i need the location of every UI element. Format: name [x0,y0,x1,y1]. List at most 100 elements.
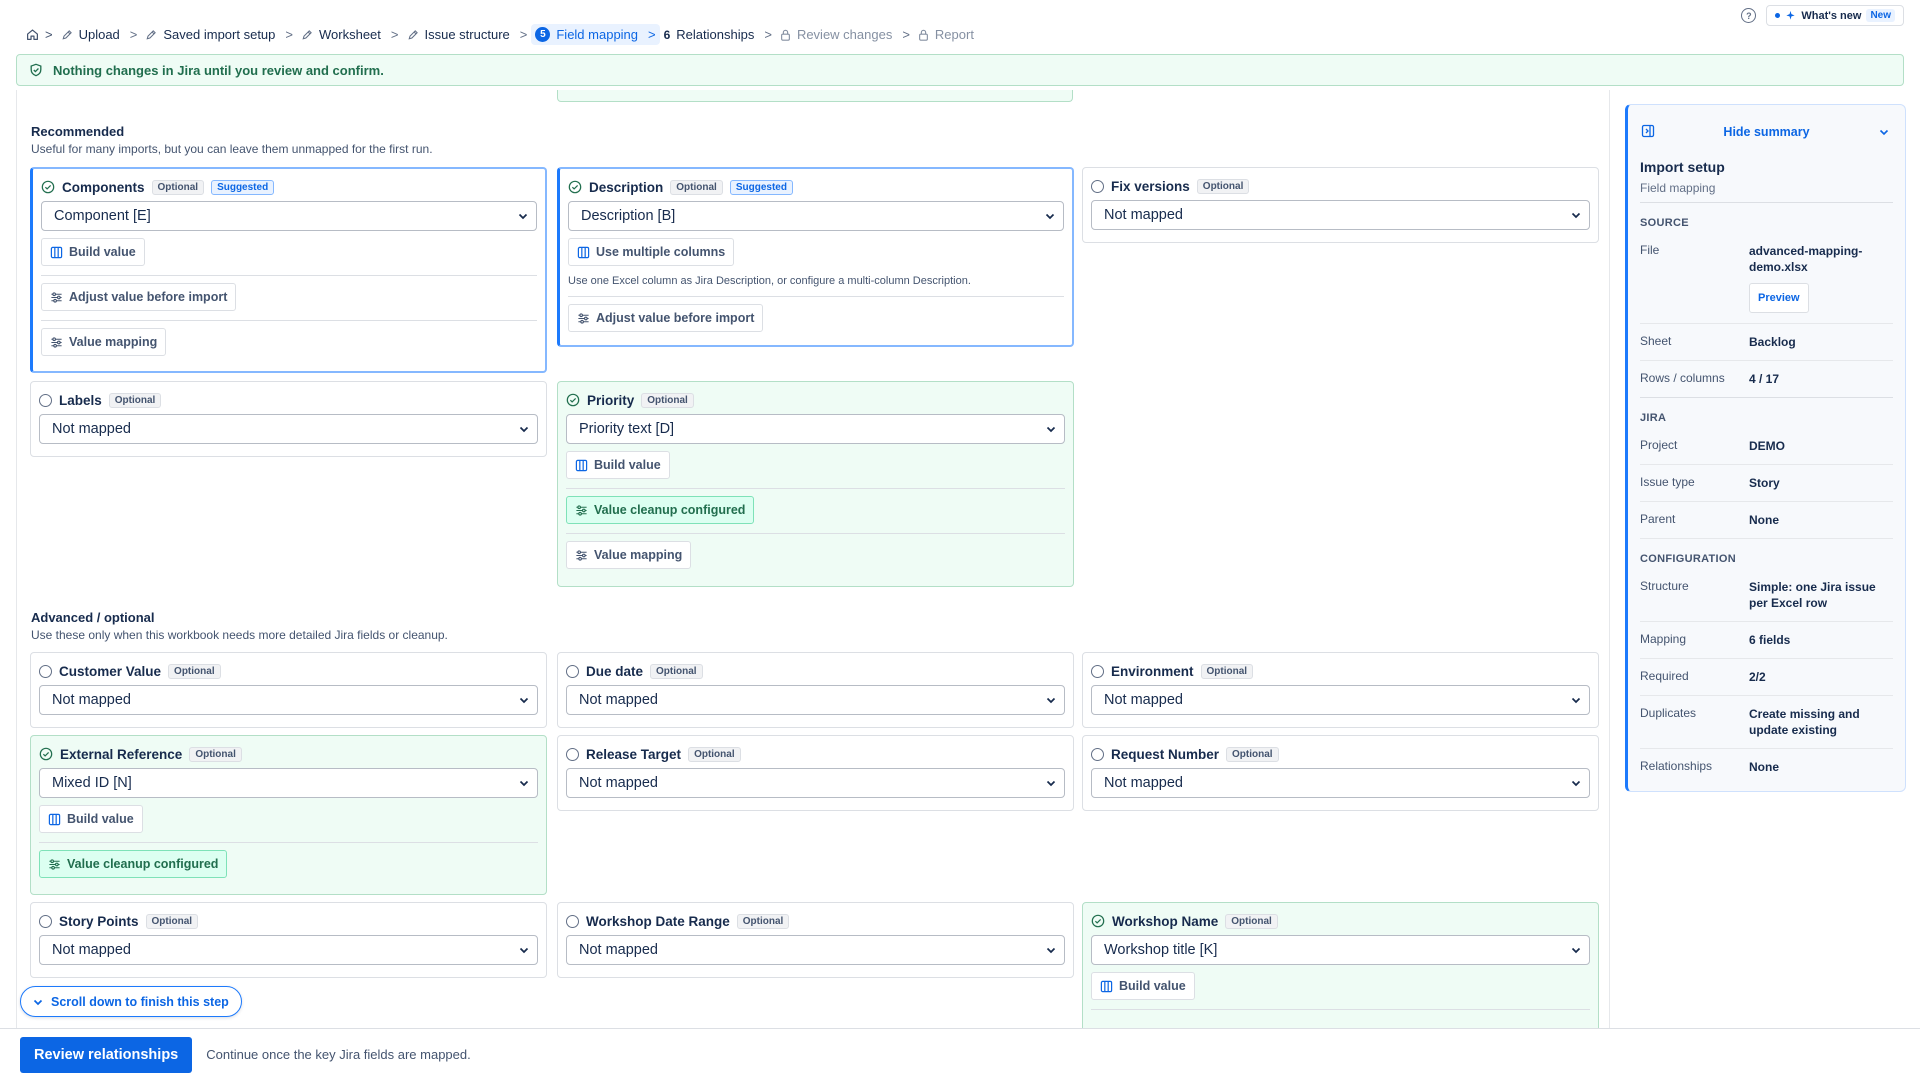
columns-icon [50,246,63,258]
pencil-icon [146,29,157,40]
summary-value: None [1749,760,1779,774]
breadcrumb-home[interactable]: > [22,24,57,45]
summary-row-duplicates: Duplicates Create missing and update exi… [1640,696,1893,749]
breadcrumb-separator: > [129,27,138,42]
due-date-select[interactable]: Not mapped [566,685,1065,715]
chevron-down-icon[interactable] [1879,127,1889,137]
field-name: Release Target [586,746,682,762]
info-banner: Nothing changes in Jira until you review… [16,54,1904,86]
summary-title: Import setup [1640,159,1725,175]
summary-label: Issue type [1640,475,1695,489]
workshop-date-range-select[interactable]: Not mapped [566,935,1065,965]
build-value-button[interactable]: Build value [41,238,145,266]
optional-badge: Optional [145,913,199,929]
environment-select[interactable]: Not mapped [1091,685,1590,715]
chevron-down-icon [519,947,529,954]
summary-row-issue-type: Issue type Story [1640,465,1893,502]
field-name: Story Points [59,913,139,929]
field-mapping-area[interactable]: Recommended Useful for many imports, but… [16,90,1610,1028]
use-multiple-columns-button[interactable]: Use multiple columns [568,238,735,266]
summary-row-rows-columns: Rows / columns 4 / 17 [1640,361,1893,397]
help-icon[interactable]: ? [1741,8,1757,23]
breadcrumb-worksheet[interactable]: Worksheet > [297,24,403,45]
breadcrumb-label: Issue structure [424,27,510,42]
sparkle-icon [1786,10,1795,20]
release-target-select[interactable]: Not mapped [566,768,1065,798]
hide-summary-button[interactable]: Hide summary [1723,125,1809,139]
select-value: Not mapped [1104,775,1183,791]
summary-row-required: Required 2/2 [1640,659,1893,696]
panel-collapse-icon[interactable] [1641,124,1655,138]
field-name: Environment [1111,663,1194,679]
banner-text: Nothing changes in Jira until you review… [53,62,384,78]
breadcrumb-review-changes: Review changes > [776,24,914,45]
breadcrumb-separator: > [45,27,53,42]
chevron-down-icon [518,213,528,220]
shield-check-icon [30,63,42,77]
sliders-icon [576,549,587,561]
breadcrumb-report: Report [914,24,978,45]
button-label: Value cleanup configured [67,857,219,871]
sliders-icon [49,858,60,870]
section-description-recommended: Useful for many imports, but you can lea… [31,142,433,156]
adjust-value-button[interactable]: Adjust value before import [41,283,237,311]
build-value-button[interactable]: Build value [566,451,670,479]
field-card-description: Description Optional Suggested Descripti… [557,167,1074,347]
summary-header[interactable]: Hide summary [1640,105,1893,159]
value-cleanup-button[interactable]: Value cleanup configured [39,850,228,878]
value-mapping-button[interactable]: Value mapping [41,328,167,356]
value-mapping-button[interactable]: Value mapping [566,541,692,569]
field-card-workshop-name: Workshop Name Optional Workshop title [K… [1082,902,1599,1028]
unmapped-radio-icon [1091,664,1104,678]
summary-value: Story [1749,476,1780,490]
breadcrumb-issue-structure[interactable]: Issue structure > [403,24,532,45]
priority-select[interactable]: Priority text [D] [566,414,1065,444]
breadcrumb-upload[interactable]: Upload > [57,24,142,45]
field-name: Fix versions [1111,178,1190,194]
breadcrumb-saved-import-setup[interactable]: Saved import setup > [141,24,297,45]
story-points-select[interactable]: Not mapped [39,935,538,965]
external-reference-select[interactable]: Mixed ID [N] [39,768,538,798]
breadcrumb-separator: > [648,27,656,42]
fix-versions-select[interactable]: Not mapped [1091,200,1590,230]
field-name: Due date [586,663,644,679]
summary-row-file: File advanced-mapping-demo.xlsx Preview [1640,233,1893,324]
select-value: Component [E] [54,208,151,224]
optional-badge: Optional [189,746,242,762]
whats-new-button[interactable]: What's new New [1766,5,1904,26]
field-card-request-number: Request Number Optional Not mapped [1082,735,1599,811]
summary-value: DEMO [1749,439,1785,453]
summary-value: 4 / 17 [1749,372,1780,386]
summary-row-parent: Parent None [1640,502,1893,539]
breadcrumb-field-mapping[interactable]: 5 Field mapping > [531,24,660,45]
build-value-button[interactable]: Build value [1091,972,1195,1000]
chevron-down-icon [1571,947,1581,954]
value-cleanup-button[interactable]: Value cleanup configured [566,496,755,524]
home-icon [27,29,38,40]
scroll-down-button[interactable]: Scroll down to finish this step [20,986,242,1017]
breadcrumb-separator: > [390,27,399,42]
breadcrumb-label: Field mapping [556,27,639,42]
select-value: Not mapped [579,775,658,791]
build-value-button[interactable]: Build value [39,805,143,833]
customer-value-select[interactable]: Not mapped [39,685,538,715]
button-label: Build value [69,245,136,259]
chevron-down-icon [519,780,529,787]
divider [41,275,537,276]
description-select[interactable]: Description [B] [568,201,1064,231]
summary-row-sheet: Sheet Backlog [1640,324,1893,361]
breadcrumb-relationships[interactable]: 6 Relationships > [660,24,776,45]
chevron-down-icon [1046,780,1056,787]
section-title-recommended: Recommended [31,124,125,139]
chevron-down-icon [1571,697,1581,704]
workshop-name-select[interactable]: Workshop title [K] [1091,935,1590,965]
adjust-value-button[interactable]: Adjust value before import [568,304,764,332]
sliders-icon [51,291,62,303]
labels-select[interactable]: Not mapped [39,414,538,444]
components-select[interactable]: Component [E] [41,201,537,231]
review-relationships-button[interactable]: Review relationships [20,1036,193,1073]
select-value: Not mapped [52,942,131,958]
request-number-select[interactable]: Not mapped [1091,768,1590,798]
preview-button[interactable]: Preview [1749,283,1809,313]
summary-row-project: Project DEMO [1640,428,1893,465]
